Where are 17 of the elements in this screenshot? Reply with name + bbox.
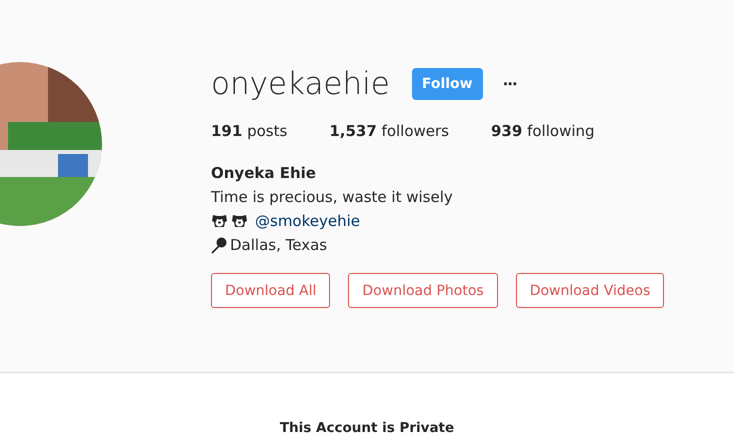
download-button[interactable]: Download All — [211, 273, 330, 308]
mention-link[interactable]: @smokeyehie — [255, 212, 360, 230]
private-account-notice: This Account is Private — [280, 420, 454, 436]
download-button[interactable]: Download Photos — [348, 273, 498, 308]
profile-stat: 191 posts — [211, 122, 288, 140]
profile-stat: 939 following — [491, 122, 595, 140]
location-text: Dallas, Texas — [230, 236, 328, 254]
download-button[interactable]: Download Videos — [516, 273, 664, 308]
pin-icon — [211, 236, 227, 254]
username: onyekaehie — [211, 66, 390, 102]
dog-face-icon — [231, 214, 248, 228]
profile-stat: 1,537 followers — [329, 122, 449, 140]
more-options-button[interactable]: ··· — [500, 75, 519, 93]
bio-text: Time is precious, waste it wisely — [211, 188, 453, 206]
follow-button[interactable]: Follow — [412, 68, 483, 100]
dog-face-icon — [211, 214, 228, 228]
full-name: Onyeka Ehie — [211, 164, 317, 182]
